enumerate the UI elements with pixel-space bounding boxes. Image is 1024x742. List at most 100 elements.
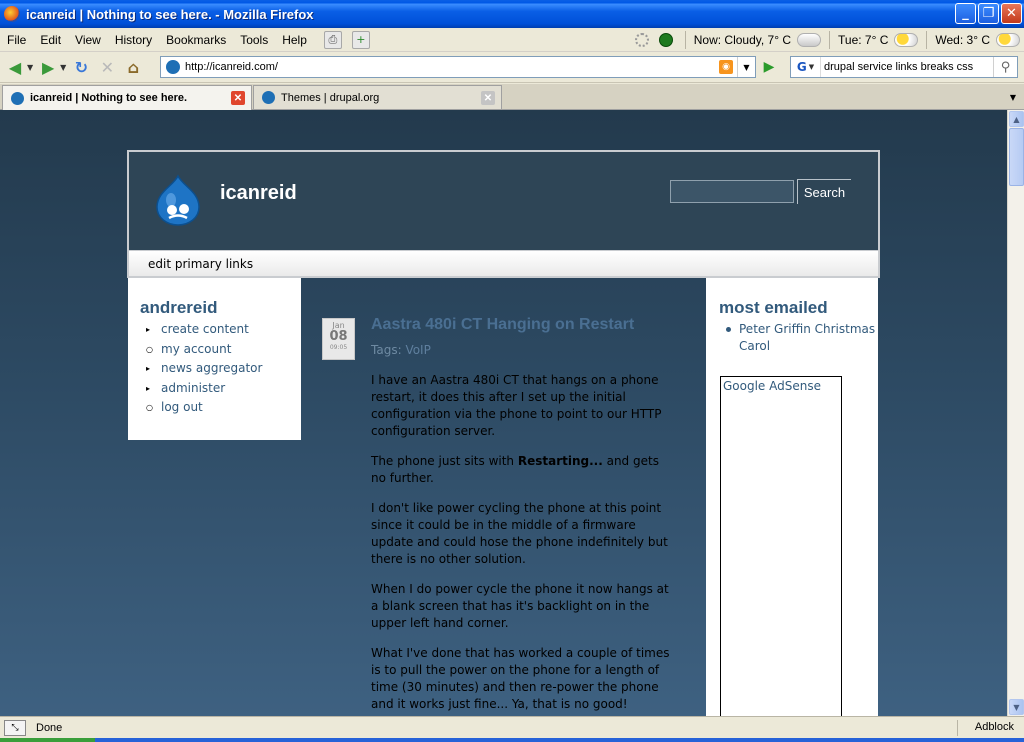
menu-file[interactable]: File [0,33,33,47]
post-body: I have an Aastra 480i CT that hangs on a… [371,372,671,716]
minimize-button[interactable]: _ [955,3,976,24]
status-globe-icon[interactable] [658,33,673,47]
post-paragraph: I have an Aastra 480i CT that hangs on a… [371,373,662,438]
menu-item-my-account[interactable]: ○ my account [140,340,301,360]
weather-toolbar: Now: Cloudy, 7° C Tue: 7° C Wed: 3° C [634,28,1024,52]
adsense-label: Google AdSense [723,379,821,393]
post-day: 08 [329,329,348,344]
most-emailed-item[interactable]: Peter Griffin Christmas Carol [719,321,878,355]
forward-arrow-icon[interactable]: ▶ [37,57,59,79]
tab-label: Themes | drupal.org [281,91,380,104]
close-tab-icon[interactable]: ✕ [231,91,245,105]
user-menu-title: andrereid [140,298,218,317]
reload-icon[interactable]: ↻ [70,57,92,79]
adsense-block: Google AdSense [720,376,842,716]
leaf-bullet-icon: ○ [146,344,153,354]
tag-voip-link[interactable]: VoIP [405,343,430,357]
close-tab-icon[interactable]: ✕ [481,91,495,105]
search-input[interactable] [821,61,981,73]
post-date-badge: Jan 08 09:05 [322,318,355,360]
forward-history-dropdown-icon[interactable]: ▼ [60,63,66,72]
tags-label: Tags: [371,343,402,357]
edit-primary-links-link[interactable]: edit primary links [148,257,253,271]
menu-history[interactable]: History [108,33,159,47]
adblock-button[interactable]: Adblock [975,721,1014,733]
menu-item-create-content[interactable]: ▸ create content [140,320,301,340]
menu-tools[interactable]: Tools [233,33,275,47]
tab-icanreid[interactable]: icanreid | Nothing to see here. ✕ [2,85,252,110]
collapsed-arrow-icon: ▸ [146,364,151,374]
leaf-bullet-icon: ○ [146,403,153,413]
new-tab-icon[interactable]: + [351,30,370,49]
magnifier-icon[interactable]: ⚲ [993,57,1017,77]
site-header: icanreid Search [127,150,880,250]
site-favicon-icon [166,60,180,74]
post-tags: Tags: VoIP [371,343,431,357]
menu-edit[interactable]: Edit [33,33,68,47]
drupal-favicon-icon [11,91,24,105]
menu-view[interactable]: View [68,33,108,47]
scrollbar-thumb[interactable] [1009,128,1024,186]
vertical-scrollbar[interactable]: ▲ ▼ [1007,110,1024,716]
firefox-icon [4,6,20,22]
menu-item-administer[interactable]: ▸ administer [140,379,301,399]
url-history-dropdown-icon[interactable]: ▼ [737,57,755,77]
tab-bar: icanreid | Nothing to see here. ✕ Themes… [0,84,1024,110]
user-menu-list: ▸ create content ○ my account ▸ news aggreg… [140,320,301,418]
weather-now[interactable]: Now: Cloudy, 7° C [694,33,791,47]
back-arrow-icon[interactable]: ◀ [4,57,26,79]
maximize-button[interactable]: ❐ [978,3,999,24]
menu-help[interactable]: Help [275,33,314,47]
partly-sunny-icon [996,33,1020,47]
search-engine-icon[interactable]: G ▼ [791,57,821,77]
post-paragraph: The phone just sits with Restarting... a… [371,454,659,485]
search-bar: G▼ ⚲ [790,56,1018,78]
post-title-link[interactable]: Aastra 480i CT Hanging on Restart [371,316,691,334]
print-icon[interactable]: ⎙ [323,30,342,49]
post-paragraph: I don't like power cycling the phone at … [371,501,668,566]
window-title-bar: icanreid | Nothing to see here. - Mozill… [0,0,1024,28]
scroll-up-icon[interactable]: ▲ [1009,111,1024,127]
page-viewport: icanreid Search edit primary links andre… [0,110,1007,716]
most-emailed-block: most emailed Peter Griffin Christmas Car… [706,278,878,716]
home-icon[interactable]: ⌂ [122,57,144,79]
tab-label: icanreid | Nothing to see here. [30,92,188,104]
status-text: Done [36,721,63,734]
menu-item-news-aggregator[interactable]: ▸ news aggregator [140,359,301,379]
post-paragraph: When I do power cycle the phone it now h… [371,582,669,630]
address-bar[interactable]: http://icanreid.com/ ◉ ▼ [160,56,756,78]
weather-wed[interactable]: Wed: 3° C [935,33,990,47]
menu-item-log-out[interactable]: ○ log out [140,398,301,418]
collapsed-arrow-icon: ▸ [146,383,151,393]
primary-links-bar: edit primary links [127,250,880,278]
close-window-button[interactable]: ✕ [1001,3,1022,24]
status-bar: ⤡ Done Adblock [0,716,1024,738]
post-time: 09:05 [329,344,348,351]
rss-feed-icon[interactable]: ◉ [719,60,733,74]
gear-icon[interactable] [634,33,649,47]
partly-sunny-icon [894,33,919,47]
tab-themes-drupal[interactable]: Themes | drupal.org ✕ [253,85,502,109]
window-title: icanreid | Nothing to see here. - Mozill… [26,6,314,22]
list-all-tabs-icon[interactable]: ▼ [1004,88,1022,106]
site-search-input[interactable] [670,180,794,203]
go-arrow-icon[interactable]: ▶ [760,58,778,76]
most-emailed-title: most emailed [719,298,828,317]
most-emailed-list: Peter Griffin Christmas Carol [719,321,878,355]
site-name[interactable]: icanreid [220,182,297,205]
weather-tue[interactable]: Tue: 7° C [838,33,888,47]
menu-bookmarks[interactable]: Bookmarks [159,33,233,47]
stop-icon[interactable]: ✕ [96,57,118,79]
connection-status-icon: ⤡ [4,719,26,736]
restarting-text: Restarting... [517,454,603,468]
scroll-down-icon[interactable]: ▼ [1009,699,1024,715]
drupal-logo-icon[interactable] [153,174,203,226]
window-controls: _ ❐ ✕ [955,3,1022,24]
menu-bar: File Edit View History Bookmarks Tools H… [0,28,1024,52]
navigation-toolbar: ◀ ▼ ▶ ▼ ↻ ✕ ⌂ http://icanreid.com/ ◉ ▼ ▶… [0,53,1024,83]
site-search-button[interactable]: Search [797,179,851,204]
address-url[interactable]: http://icanreid.com/ [185,61,278,73]
back-history-dropdown-icon[interactable]: ▼ [27,63,33,72]
drupal-favicon-icon [262,91,275,104]
user-menu-block: andrereid ▸ create content ○ my account ▸ n… [128,278,301,440]
